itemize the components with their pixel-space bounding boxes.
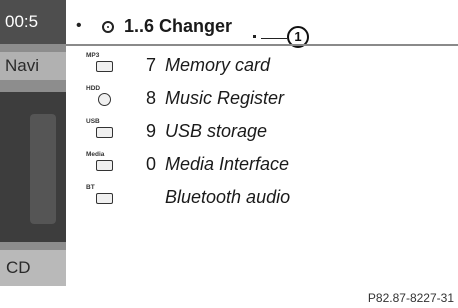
callout-leader-line: [261, 38, 287, 39]
thumbnail-shape: [30, 114, 56, 224]
icon-tag: MP3: [86, 52, 100, 59]
figure: 00:5 Navi CD • 1..6 Changer 1 MP3 7 Memo…: [0, 0, 458, 308]
card-shape: [96, 61, 113, 72]
usb-icon: USB: [86, 116, 118, 146]
icon-tag: HDD: [86, 85, 101, 92]
item-number: 8: [146, 88, 157, 108]
item-label: Memory card: [165, 55, 271, 75]
icon-tag: USB: [86, 118, 100, 125]
item-label: Media Interface: [165, 154, 290, 174]
hdd-icon: HDD: [86, 83, 118, 113]
menu-item-bluetooth-audio[interactable]: BT Bluetooth audio: [66, 182, 458, 212]
menu-item-usb-storage[interactable]: USB 9 USB storage: [66, 116, 458, 146]
clock: 00:5: [0, 0, 70, 44]
navi-tab[interactable]: Navi: [0, 52, 70, 80]
figure-reference: P82.87-8227-31: [367, 291, 454, 305]
item-number: 9: [146, 121, 157, 141]
menu-item-changer[interactable]: • 1..6 Changer 1: [66, 14, 458, 48]
background-thumbnail: [0, 92, 70, 242]
item-number: 0: [146, 154, 157, 174]
head-unit-screen: 00:5 Navi CD • 1..6 Changer 1 MP3 7 Memo…: [0, 0, 458, 286]
selected-bullet: •: [76, 17, 82, 34]
bluetooth-icon: BT: [86, 182, 118, 212]
item-number: 7: [146, 55, 157, 75]
cd-tab[interactable]: CD: [0, 250, 70, 286]
item-label: Music Register: [165, 88, 285, 108]
device-shape: [96, 160, 113, 171]
changer-label: 1..6 Changer: [124, 16, 233, 36]
media-source-menu: • 1..6 Changer 1 MP3 7 Memory card HDD 8…: [66, 0, 458, 286]
disc-shape: [98, 93, 111, 106]
menu-item-memory-card[interactable]: MP3 7 Memory card: [66, 50, 458, 80]
device-shape: [96, 193, 113, 204]
radio-icon: [102, 21, 114, 33]
menu-item-music-register[interactable]: HDD 8 Music Register: [66, 83, 458, 113]
media-interface-icon: Media: [86, 149, 118, 179]
item-label: Bluetooth audio: [165, 187, 291, 207]
icon-tag: BT: [86, 184, 95, 191]
selection-underline: [66, 44, 458, 46]
usb-plug-shape: [96, 127, 113, 138]
menu-item-media-interface[interactable]: Media 0 Media Interface: [66, 149, 458, 179]
icon-tag: Media: [86, 151, 105, 158]
item-label: USB storage: [165, 121, 268, 141]
leader-dot: [253, 35, 256, 38]
background-panel: 00:5 Navi CD: [0, 0, 70, 286]
mp3-card-icon: MP3: [86, 50, 118, 80]
